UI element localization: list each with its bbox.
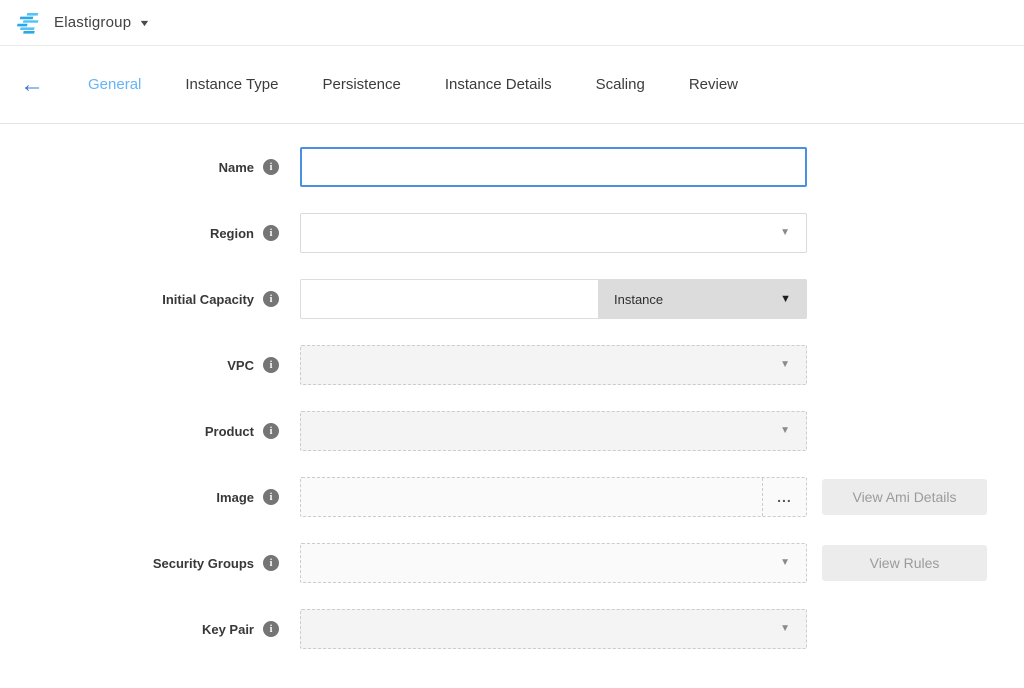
chevron-down-icon: ▼ [780,359,790,370]
app-menu-caret-icon[interactable]: ▼ [138,18,150,28]
security-groups-label: Security Groups [153,556,254,571]
chevron-down-icon: ▼ [780,557,790,568]
info-icon[interactable]: i [263,225,279,241]
tab-persistence[interactable]: Persistence [323,76,401,93]
elastigroup-logo-icon [16,10,42,36]
form-row-product: Product i ▼ [0,411,1024,451]
chevron-down-icon: ▼ [780,227,790,238]
form-row-region: Region i ▼ [0,213,1024,253]
app-title[interactable]: Elastigroup [54,14,131,31]
tab-instance-type[interactable]: Instance Type [185,76,278,93]
app-header: Elastigroup ▼ [0,0,1024,46]
info-icon[interactable]: i [263,291,279,307]
security-groups-select: ▼ [300,543,807,583]
form-row-initial-capacity: Initial Capacity i Instance ▼ [0,279,1024,319]
tab-review[interactable]: Review [689,76,738,93]
image-browse-button[interactable]: ... [762,478,806,516]
form-row-key-pair: Key Pair i ▼ [0,609,1024,649]
key-pair-select: ▼ [300,609,807,649]
product-select: ▼ [300,411,807,451]
info-icon[interactable]: i [263,159,279,175]
key-pair-label: Key Pair [202,622,254,637]
chevron-down-icon: ▼ [780,623,790,634]
tab-scaling[interactable]: Scaling [596,76,645,93]
info-icon[interactable]: i [263,489,279,505]
form-row-image: Image i ... View Ami Details [0,477,1024,517]
name-label: Name [219,160,254,175]
info-icon[interactable]: i [263,357,279,373]
vpc-label: VPC [227,358,254,373]
general-form: Name i Region i ▼ Initial Capacity i [0,124,1024,649]
chevron-down-icon: ▼ [780,293,791,305]
wizard-tabbar: ← General Instance Type Persistence Inst… [0,46,1024,124]
back-button[interactable]: ← [20,73,50,97]
info-icon[interactable]: i [263,555,279,571]
view-ami-details-button[interactable]: View Ami Details [822,479,987,515]
wizard-tabs: General Instance Type Persistence Instan… [88,76,782,93]
initial-capacity-input[interactable] [300,279,598,319]
image-label: Image [216,490,254,505]
form-row-name: Name i [0,147,1024,187]
product-label: Product [205,424,254,439]
form-row-security-groups: Security Groups i ▼ View Rules [0,543,1024,583]
tab-instance-details[interactable]: Instance Details [445,76,552,93]
capacity-unit-select[interactable]: Instance ▼ [598,279,807,319]
capacity-unit-value: Instance [614,292,663,307]
form-row-vpc: VPC i ▼ [0,345,1024,385]
chevron-down-icon: ▼ [780,425,790,436]
region-label: Region [210,226,254,241]
tab-general[interactable]: General [88,76,141,93]
region-select[interactable]: ▼ [300,213,807,253]
image-input: ... [300,477,807,517]
vpc-select: ▼ [300,345,807,385]
initial-capacity-label: Initial Capacity [162,292,254,307]
info-icon[interactable]: i [263,423,279,439]
info-icon[interactable]: i [263,621,279,637]
name-input[interactable] [300,147,807,187]
view-rules-button[interactable]: View Rules [822,545,987,581]
